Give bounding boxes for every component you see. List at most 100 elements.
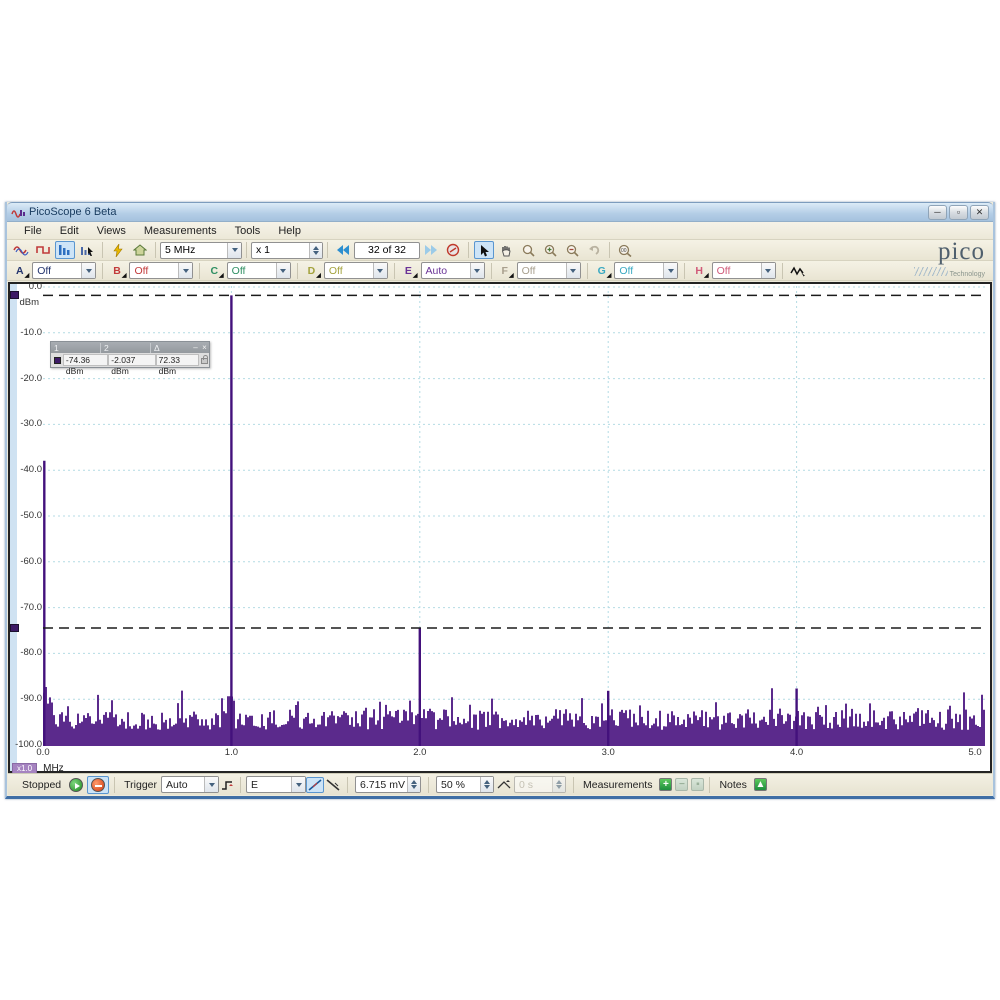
toolbar-separator <box>468 242 469 258</box>
notes-button[interactable]: ▲ <box>754 778 767 791</box>
channel-d-group: D◢Off <box>304 262 388 279</box>
ruler-handle-top[interactable] <box>10 291 19 299</box>
small-arrow-icon: ◢ <box>219 273 224 279</box>
menu-bar: File Edit Views Measurements Tools Help <box>7 222 993 240</box>
menu-tools[interactable]: Tools <box>226 225 270 237</box>
ruler-legend[interactable]: 1 2 Δ – × -74.36 dBm -2.037 dBm 72.33 dB… <box>50 341 210 368</box>
channel-f-range-select[interactable]: Off <box>517 262 581 279</box>
channel-c-range-select[interactable]: Off <box>227 262 291 279</box>
channel-e-label[interactable]: E◢ <box>401 263 421 279</box>
math-channels-button[interactable] <box>788 262 808 280</box>
y-tick-label: -60.0 <box>20 556 42 567</box>
toolbar-separator <box>491 263 492 279</box>
buffer-position-box[interactable]: 32 of 32 <box>354 242 420 259</box>
undo-zoom-button[interactable] <box>584 241 604 259</box>
y-tick-label: 0.0 <box>29 281 42 292</box>
lock-icon[interactable] <box>201 358 208 364</box>
zoom-multiplier-stepper[interactable]: x 1 <box>251 242 323 259</box>
channel-h-label[interactable]: H◢ <box>691 263 711 279</box>
generator-button[interactable] <box>108 241 128 259</box>
maximize-button[interactable]: ▫ <box>949 205 968 220</box>
cursor-arrow-icon <box>479 244 490 257</box>
statusbar-separator <box>347 777 348 793</box>
next-buffer-button[interactable] <box>421 241 441 259</box>
pointer-tool-button[interactable] <box>474 241 494 259</box>
lightning-icon <box>113 244 123 257</box>
legend-minimize-button[interactable]: – <box>191 343 200 353</box>
small-arrow-icon: ◢ <box>122 273 127 279</box>
falling-edge-button[interactable] <box>324 777 342 793</box>
close-button[interactable]: ✕ <box>970 205 989 220</box>
title-bar[interactable]: PicoScope 6 Beta ─ ▫ ✕ <box>7 202 993 222</box>
menu-edit[interactable]: Edit <box>51 225 88 237</box>
sample-rate-select[interactable]: 5 MHz <box>160 242 242 259</box>
pretrigger-stepper[interactable]: 50 % <box>436 776 494 793</box>
zoom-out-button[interactable] <box>562 241 582 259</box>
channel-a-label[interactable]: A◢ <box>12 263 32 279</box>
start-button[interactable] <box>65 776 87 794</box>
ruler-delta-value: 72.33 dBm <box>156 354 199 366</box>
channel-f-label[interactable]: F◢ <box>498 263 517 279</box>
legend-close-button[interactable]: × <box>200 343 209 353</box>
square-wave-icon <box>36 244 50 256</box>
prev-buffer-button[interactable] <box>333 241 353 259</box>
trigger-label: Trigger <box>124 779 157 791</box>
spinner-arrows-icon[interactable] <box>309 243 322 258</box>
zoom-in-button[interactable] <box>540 241 560 259</box>
advanced-trigger-button[interactable] <box>219 777 235 793</box>
zoom-full-button[interactable]: 00 <box>615 241 635 259</box>
ruler-handle-bottom[interactable] <box>10 624 19 632</box>
x-tick-label: 5.0 <box>968 747 981 758</box>
menu-views[interactable]: Views <box>88 225 135 237</box>
spectrum-mode-button[interactable] <box>55 241 75 259</box>
spectrum-cursor-icon <box>80 244 94 257</box>
menu-help[interactable]: Help <box>269 225 310 237</box>
plot-area[interactable]: 1 2 Δ – × -74.36 dBm -2.037 dBm 72.33 dB… <box>43 286 985 746</box>
menu-file[interactable]: File <box>15 225 51 237</box>
window-title: PicoScope 6 Beta <box>29 206 926 218</box>
ruler-legend-header: 1 2 Δ – × <box>51 342 209 353</box>
channel-g-label[interactable]: G◢ <box>594 263 615 279</box>
spinner-arrows-icon[interactable] <box>407 777 420 792</box>
logo-hatch-decoration <box>914 267 948 276</box>
channel-d-label[interactable]: D◢ <box>304 263 324 279</box>
add-measurement-button[interactable]: + <box>659 778 672 791</box>
buffer-overview-button[interactable] <box>443 241 463 259</box>
trigger-source-select[interactable]: E <box>246 776 306 793</box>
stop-button[interactable] <box>87 776 109 794</box>
trigger-level-stepper[interactable]: 6.715 mV <box>355 776 421 793</box>
channel-d-range-select[interactable]: Off <box>324 262 388 279</box>
home-button[interactable] <box>130 241 150 259</box>
channel-h-range-select[interactable]: Off <box>712 262 776 279</box>
statusbar-separator <box>573 777 574 793</box>
channel-g-range-select[interactable]: Off <box>614 262 678 279</box>
chevron-down-icon <box>663 263 677 278</box>
spinner-arrows-icon[interactable] <box>480 777 493 792</box>
channel-c-group: C◢Off <box>206 262 290 279</box>
menu-measurements[interactable]: Measurements <box>135 225 226 237</box>
persistence-mode-button[interactable] <box>33 241 53 259</box>
statusbar-separator <box>428 777 429 793</box>
sine-wave-icon <box>13 244 29 256</box>
channel-b-range-select[interactable]: Off <box>129 262 193 279</box>
zoom-marquee-button[interactable] <box>518 241 538 259</box>
stop-icon <box>91 778 105 792</box>
spectrum-chart-area[interactable]: dBm 0.0-10.0-20.0-30.0-40.0-50.0-60.0-70… <box>8 282 992 773</box>
ruler-handle-track <box>10 284 17 771</box>
channel-b-label[interactable]: B◢ <box>109 263 129 279</box>
view-options-button[interactable] <box>77 241 97 259</box>
capture-state-label: Stopped <box>22 779 61 791</box>
channel-c-label[interactable]: C◢ <box>206 263 226 279</box>
hand-tool-button[interactable] <box>496 241 516 259</box>
rising-edge-button[interactable] <box>306 777 324 793</box>
small-arrow-icon: ◢ <box>25 273 30 279</box>
channel-a-range-select[interactable]: Off <box>32 262 96 279</box>
delay-arrow-icon <box>497 779 511 791</box>
x-zoom-badge[interactable]: x1.0 <box>12 763 37 774</box>
post-trigger-delay-button[interactable] <box>496 777 512 793</box>
pico-logo: pico Technology <box>914 241 985 281</box>
trigger-mode-select[interactable]: Auto <box>161 776 219 793</box>
channel-e-range-select[interactable]: Auto <box>421 262 485 279</box>
scope-mode-button[interactable] <box>11 241 31 259</box>
minimize-button[interactable]: ─ <box>928 205 947 220</box>
